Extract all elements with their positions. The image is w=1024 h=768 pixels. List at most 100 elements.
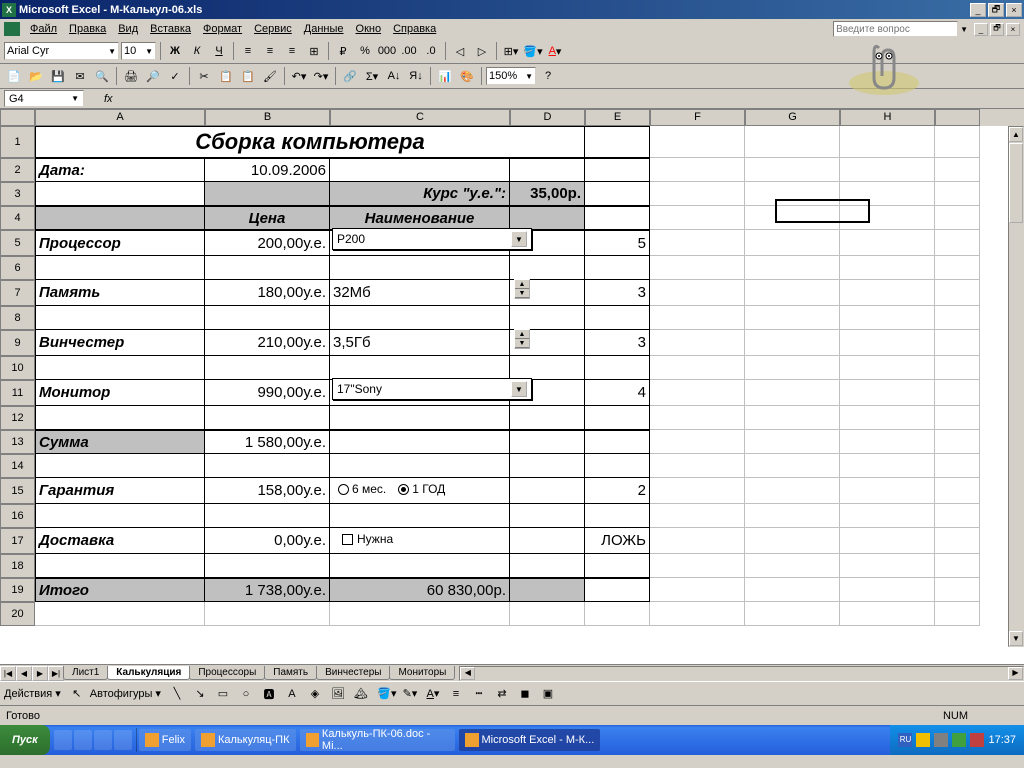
- cell[interactable]: [935, 406, 980, 430]
- cell[interactable]: [745, 306, 840, 330]
- cell[interactable]: [650, 356, 745, 380]
- row-header[interactable]: 6: [0, 256, 35, 280]
- cell[interactable]: [650, 182, 745, 206]
- cell[interactable]: [840, 430, 935, 454]
- cell[interactable]: [330, 602, 510, 626]
- cell[interactable]: [510, 256, 585, 280]
- fx-label[interactable]: fx: [104, 93, 113, 105]
- col-E[interactable]: E: [585, 109, 650, 126]
- help-button[interactable]: ?: [538, 66, 558, 86]
- cell[interactable]: Винчестер: [35, 330, 205, 356]
- col-B[interactable]: B: [205, 109, 330, 126]
- merge-center[interactable]: ⊞: [304, 41, 324, 61]
- cell[interactable]: [510, 454, 585, 478]
- row-header[interactable]: 17: [0, 528, 35, 554]
- cell[interactable]: [650, 528, 745, 554]
- cell[interactable]: [935, 554, 980, 578]
- row-header[interactable]: 14: [0, 454, 35, 478]
- cell[interactable]: [330, 554, 510, 578]
- arrow-style[interactable]: ⇄: [492, 684, 512, 704]
- cell[interactable]: [935, 356, 980, 380]
- cell[interactable]: Наименование: [330, 206, 510, 230]
- cell[interactable]: [585, 126, 650, 158]
- cell[interactable]: [205, 406, 330, 430]
- row-header[interactable]: 13: [0, 430, 35, 454]
- horizontal-scrollbar[interactable]: ◀ ▶: [459, 666, 1024, 681]
- warranty-1yr[interactable]: 1 ГОД: [398, 482, 445, 496]
- cell[interactable]: [840, 554, 935, 578]
- ql-icon[interactable]: [114, 730, 132, 750]
- hdd-spinner[interactable]: ▲▼: [514, 329, 530, 349]
- cell[interactable]: [510, 504, 585, 528]
- cell[interactable]: Гарантия: [35, 478, 205, 504]
- cell[interactable]: [585, 554, 650, 578]
- cell[interactable]: [840, 454, 935, 478]
- cell[interactable]: [650, 454, 745, 478]
- cell[interactable]: [840, 280, 935, 306]
- select-all-corner[interactable]: [0, 109, 35, 126]
- cell[interactable]: [935, 306, 980, 330]
- cell[interactable]: 210,00у.е.: [205, 330, 330, 356]
- cell[interactable]: [745, 380, 840, 406]
- spreadsheet-grid[interactable]: A B C D E F G H 1Сборка компьютера2Дата:…: [0, 109, 1024, 664]
- sheet-tab[interactable]: Память: [264, 666, 317, 680]
- cell[interactable]: 32Мб: [330, 280, 510, 306]
- row-header[interactable]: 9: [0, 330, 35, 356]
- menu-file[interactable]: Файл: [24, 21, 63, 37]
- cell[interactable]: Цена: [205, 206, 330, 230]
- cell[interactable]: [650, 280, 745, 306]
- cell[interactable]: [840, 126, 935, 158]
- cell[interactable]: [840, 306, 935, 330]
- cell[interactable]: [935, 528, 980, 554]
- cell[interactable]: [585, 206, 650, 230]
- sheet-tab[interactable]: Лист1: [63, 666, 108, 680]
- cell[interactable]: 1 580,00у.е.: [205, 430, 330, 454]
- preview-button[interactable]: 🔎: [143, 66, 163, 86]
- memory-spinner[interactable]: ▲▼: [514, 279, 530, 299]
- cell[interactable]: [205, 504, 330, 528]
- cell[interactable]: [585, 306, 650, 330]
- hyperlink-button[interactable]: 🔗: [340, 66, 360, 86]
- cell[interactable]: [935, 126, 980, 158]
- cell[interactable]: [330, 158, 510, 182]
- cell[interactable]: [745, 478, 840, 504]
- align-right[interactable]: ≡: [282, 41, 302, 61]
- cell[interactable]: Монитор: [35, 380, 205, 406]
- clock[interactable]: 17:37: [988, 734, 1016, 746]
- menu-edit[interactable]: Правка: [63, 21, 112, 37]
- picture-tool[interactable]: 🏔: [351, 684, 371, 704]
- cell[interactable]: [840, 230, 935, 256]
- cell[interactable]: [585, 454, 650, 478]
- cell[interactable]: [205, 182, 330, 206]
- increase-indent[interactable]: ▷: [472, 41, 492, 61]
- cell[interactable]: [745, 206, 840, 230]
- row-header[interactable]: 2: [0, 158, 35, 182]
- cell[interactable]: 4: [585, 380, 650, 406]
- cell[interactable]: [585, 356, 650, 380]
- cell[interactable]: [840, 602, 935, 626]
- cell[interactable]: [935, 380, 980, 406]
- drawing-button[interactable]: 🎨: [457, 66, 477, 86]
- font-color[interactable]: A▾: [545, 41, 565, 61]
- cell[interactable]: [35, 306, 205, 330]
- borders-button[interactable]: ⊞▾: [501, 41, 521, 61]
- cell[interactable]: [510, 478, 585, 504]
- cell[interactable]: [935, 504, 980, 528]
- scroll-down[interactable]: ▼: [1009, 631, 1023, 646]
- cell[interactable]: Итого: [35, 578, 205, 602]
- cell[interactable]: Сумма: [35, 430, 205, 454]
- cell[interactable]: [35, 206, 205, 230]
- cell[interactable]: [330, 356, 510, 380]
- sort-asc[interactable]: А↓: [384, 66, 404, 86]
- cell[interactable]: [935, 578, 980, 602]
- cell[interactable]: [35, 454, 205, 478]
- minimize-button[interactable]: _: [970, 3, 986, 17]
- cell[interactable]: [650, 554, 745, 578]
- autosum-button[interactable]: Σ▾: [362, 66, 382, 86]
- processor-dropdown[interactable]: P200▼: [332, 228, 532, 250]
- cell[interactable]: [650, 330, 745, 356]
- col-C[interactable]: C: [330, 109, 510, 126]
- cut-button[interactable]: ✂: [194, 66, 214, 86]
- cell[interactable]: [510, 158, 585, 182]
- cell[interactable]: [840, 256, 935, 280]
